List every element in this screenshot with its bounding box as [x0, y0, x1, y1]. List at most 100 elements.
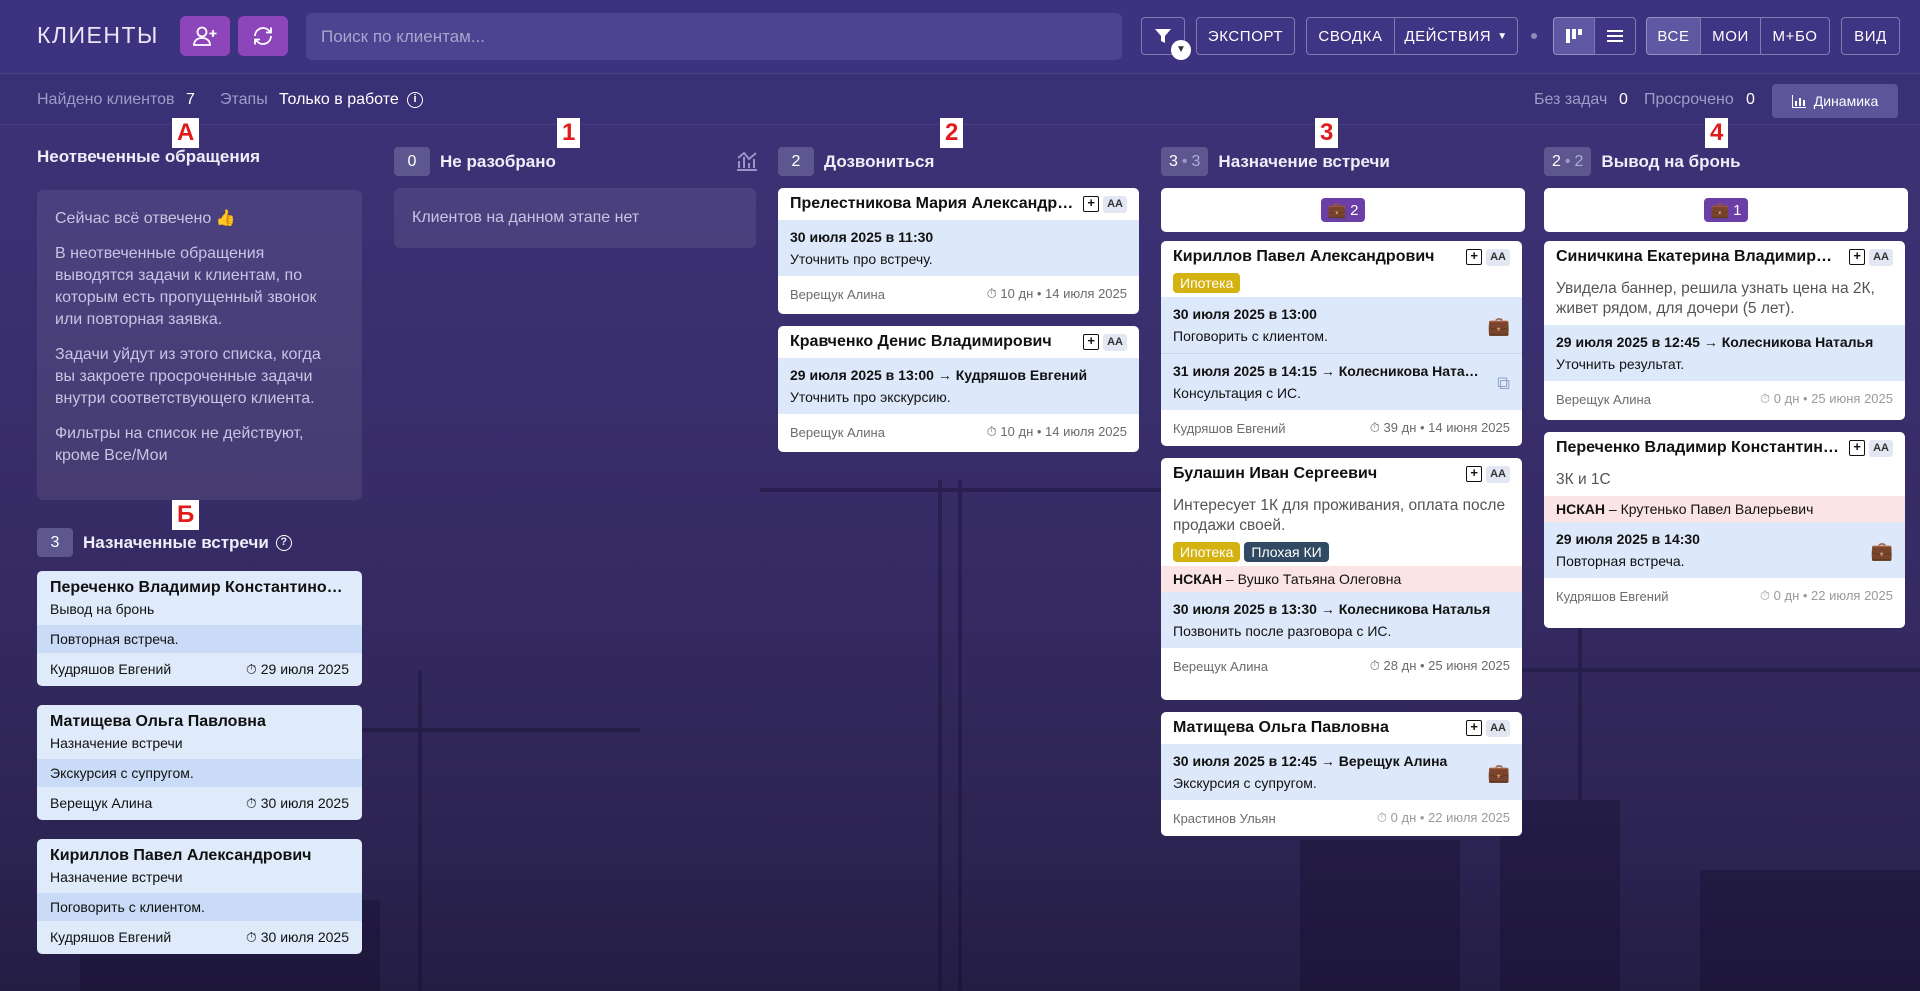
filter-mbo-button[interactable]: М+БО: [1760, 17, 1830, 55]
stage-name: Назначение встречи: [50, 869, 183, 885]
stage-name: Вывод на бронь: [50, 601, 155, 617]
owner-name: Верещук Алина: [790, 424, 885, 440]
client-name: Булашин Иван Сергеевич: [1173, 465, 1378, 482]
client-name: Синичкина Екатерина Владимировна: [1556, 248, 1842, 265]
filter-all-button[interactable]: ВСЕ: [1646, 17, 1701, 55]
sync-button[interactable]: [238, 16, 288, 56]
marker-1: 1: [557, 118, 581, 148]
client-card[interactable]: Прелестникова Мария Александровна + AA 30 …: [778, 188, 1139, 314]
task-date: 29 июля 2025 в 12:45 → Колесникова Натал…: [1556, 334, 1874, 350]
unanswered-desc-2: Задачи уйдут из этого списка, когда вы з…: [55, 346, 321, 407]
task-block[interactable]: 30 июля 2025 в 13:30 → Колесникова Натал…: [1161, 592, 1522, 648]
column-header-call: 2 Дозвониться: [778, 147, 934, 176]
add-task-icon[interactable]: +: [1083, 333, 1100, 350]
aa-badge: AA: [1869, 248, 1893, 266]
meeting-date: ⏱ 29 июля 2025: [245, 661, 349, 677]
kanban-view-button[interactable]: [1553, 17, 1595, 55]
task-block[interactable]: 30 июля 2025 в 11:30 Уточнить про встречу…: [778, 220, 1139, 276]
task-date: 29 июля 2025 в 13:00 → Кудряшов Евгений: [790, 367, 1088, 383]
kanban-icon: [1566, 29, 1582, 43]
card-meta: ⏱ 28 дн • 25 июня 2025: [1369, 658, 1510, 673]
marker-2: 2: [940, 118, 964, 148]
column-count: 2 • 2: [1544, 147, 1592, 176]
meeting-card[interactable]: Переченко Владимир Константинович Вывод …: [37, 571, 362, 686]
tag-mortgage: Ипотека: [1173, 273, 1241, 293]
stage-name: Назначение встречи: [50, 735, 183, 751]
timer-icon: ⏱: [245, 661, 261, 677]
timer-icon: ⏱: [1369, 420, 1384, 435]
timer-icon: ⏱: [1760, 391, 1774, 406]
task-text: Позвонить после разговора с ИС.: [1173, 623, 1392, 639]
summary-button[interactable]: СВОДКА: [1306, 17, 1395, 55]
add-client-button[interactable]: [180, 16, 230, 56]
filter-mine-button[interactable]: МОИ: [1700, 17, 1761, 55]
client-card[interactable]: Переченко Владимир Константинович + AA 3К …: [1544, 432, 1905, 628]
task-block[interactable]: 29 июля 2025 в 12:45 → Колесникова Натал…: [1544, 325, 1905, 381]
client-card[interactable]: Кравченко Денис Владимирович + AA 29 июля …: [778, 326, 1139, 452]
add-task-icon[interactable]: +: [1466, 719, 1483, 736]
meeting-card[interactable]: Кириллов Павел Александрович Назначение …: [37, 839, 362, 954]
meeting-card[interactable]: Матищева Ольга Павловна Назначение встре…: [37, 705, 362, 820]
view-button[interactable]: ВИД: [1841, 17, 1900, 55]
task-text: Экскурсия с супругом.: [37, 759, 362, 787]
column-header-unsorted: 0 Не разобрано: [394, 147, 556, 176]
column-header-meeting: 3 • 3 Назначение встречи: [1161, 147, 1390, 176]
list-view-button[interactable]: [1594, 17, 1636, 55]
filter-dropdown-icon[interactable]: ▼: [1171, 40, 1191, 60]
add-task-icon[interactable]: +: [1466, 248, 1483, 265]
client-name: Матищева Ольга Павловна: [1173, 719, 1389, 736]
add-task-icon[interactable]: +: [1849, 248, 1866, 265]
separator-dot: [1531, 33, 1537, 39]
client-note: Увидела баннер, решила узнать цена на 2К…: [1556, 280, 1875, 317]
aa-badge: AA: [1103, 195, 1127, 213]
briefcase-filter[interactable]: 💼 2: [1161, 188, 1525, 232]
search-input[interactable]: [306, 13, 1122, 60]
client-card[interactable]: Синичкина Екатерина Владимировна + AA Увид…: [1544, 241, 1905, 420]
task-text: Экскурсия с супругом.: [1173, 775, 1317, 791]
briefcase-icon: 💼: [1327, 202, 1347, 219]
column-title: Назначение встречи: [1218, 151, 1390, 171]
task-date: 30 июля 2025 в 11:30: [790, 229, 934, 245]
client-card[interactable]: Матищева Ольга Павловна + AA 30 июля 2025 …: [1161, 712, 1522, 836]
unanswered-title: Неотвеченные обращения: [37, 147, 260, 166]
filter-icon: [1155, 29, 1171, 43]
task-block[interactable]: 29 июля 2025 в 13:00 → Кудряшов Евгений У…: [778, 358, 1139, 414]
overdue-label: Просрочено: [1644, 91, 1734, 108]
stats-icon[interactable]: [735, 150, 759, 172]
no-tasks-label: Без задач: [1534, 91, 1608, 108]
client-card[interactable]: Булашин Иван Сергеевич + AA Интересует 1К …: [1161, 458, 1522, 700]
task-block[interactable]: 30 июля 2025 в 13:00 Поговорить с клиенто…: [1161, 297, 1522, 353]
info-icon[interactable]: i: [407, 92, 423, 108]
empty-column-panel: Клиентов на данном этапе нет: [394, 188, 756, 248]
chevron-down-icon: ▼: [1497, 30, 1508, 42]
client-card[interactable]: Кириллов Павел Александрович + AA Ипотека …: [1161, 241, 1522, 446]
client-name: Матищева Ольга Павловна: [50, 713, 266, 730]
add-task-icon[interactable]: +: [1849, 439, 1866, 456]
dynamics-button[interactable]: Динамика: [1772, 84, 1898, 118]
meeting-date: ⏱ 30 июля 2025: [245, 929, 349, 945]
add-task-icon[interactable]: +: [1466, 465, 1483, 482]
stages-label: Этапы: [220, 91, 268, 108]
column-count: 3 • 3: [1161, 147, 1209, 176]
owner-name: Верещук Алина: [1556, 391, 1651, 407]
bar-chart-icon: [1791, 94, 1806, 108]
add-user-icon: [193, 26, 217, 46]
task-text: Уточнить результат.: [1556, 356, 1685, 372]
help-icon[interactable]: ?: [275, 534, 292, 551]
add-task-icon[interactable]: +: [1083, 195, 1100, 212]
actions-label: ДЕЙСТВИЯ: [1404, 27, 1492, 45]
task-block[interactable]: 30 июля 2025 в 12:45 → Верещук Алина Экск…: [1161, 744, 1522, 800]
unanswered-desc-1: В неотвеченные обращения выводятся задач…: [55, 245, 317, 328]
actions-dropdown[interactable]: ДЕЙСТВИЯ ▼: [1394, 17, 1518, 55]
task-block[interactable]: 29 июля 2025 в 14:30 Повторная встреча. 💼: [1544, 522, 1905, 578]
timer-icon: ⏱: [1759, 588, 1774, 603]
column-title: Вывод на бронь: [1601, 151, 1741, 171]
stages-filter[interactable]: Только в работе: [279, 91, 399, 109]
aa-badge: AA: [1869, 439, 1893, 457]
briefcase-filter[interactable]: 💼 1: [1544, 188, 1908, 232]
empty-message: Клиентов на данном этапе нет: [412, 209, 640, 226]
task-block[interactable]: 31 июля 2025 в 14:15 → Колесникова Натал…: [1161, 353, 1522, 410]
task-date: 31 июля 2025 в 14:15 → Колесникова Натал…: [1173, 363, 1491, 379]
marker-4: 4: [1705, 118, 1729, 148]
export-button[interactable]: ЭКСПОРТ: [1196, 17, 1295, 55]
